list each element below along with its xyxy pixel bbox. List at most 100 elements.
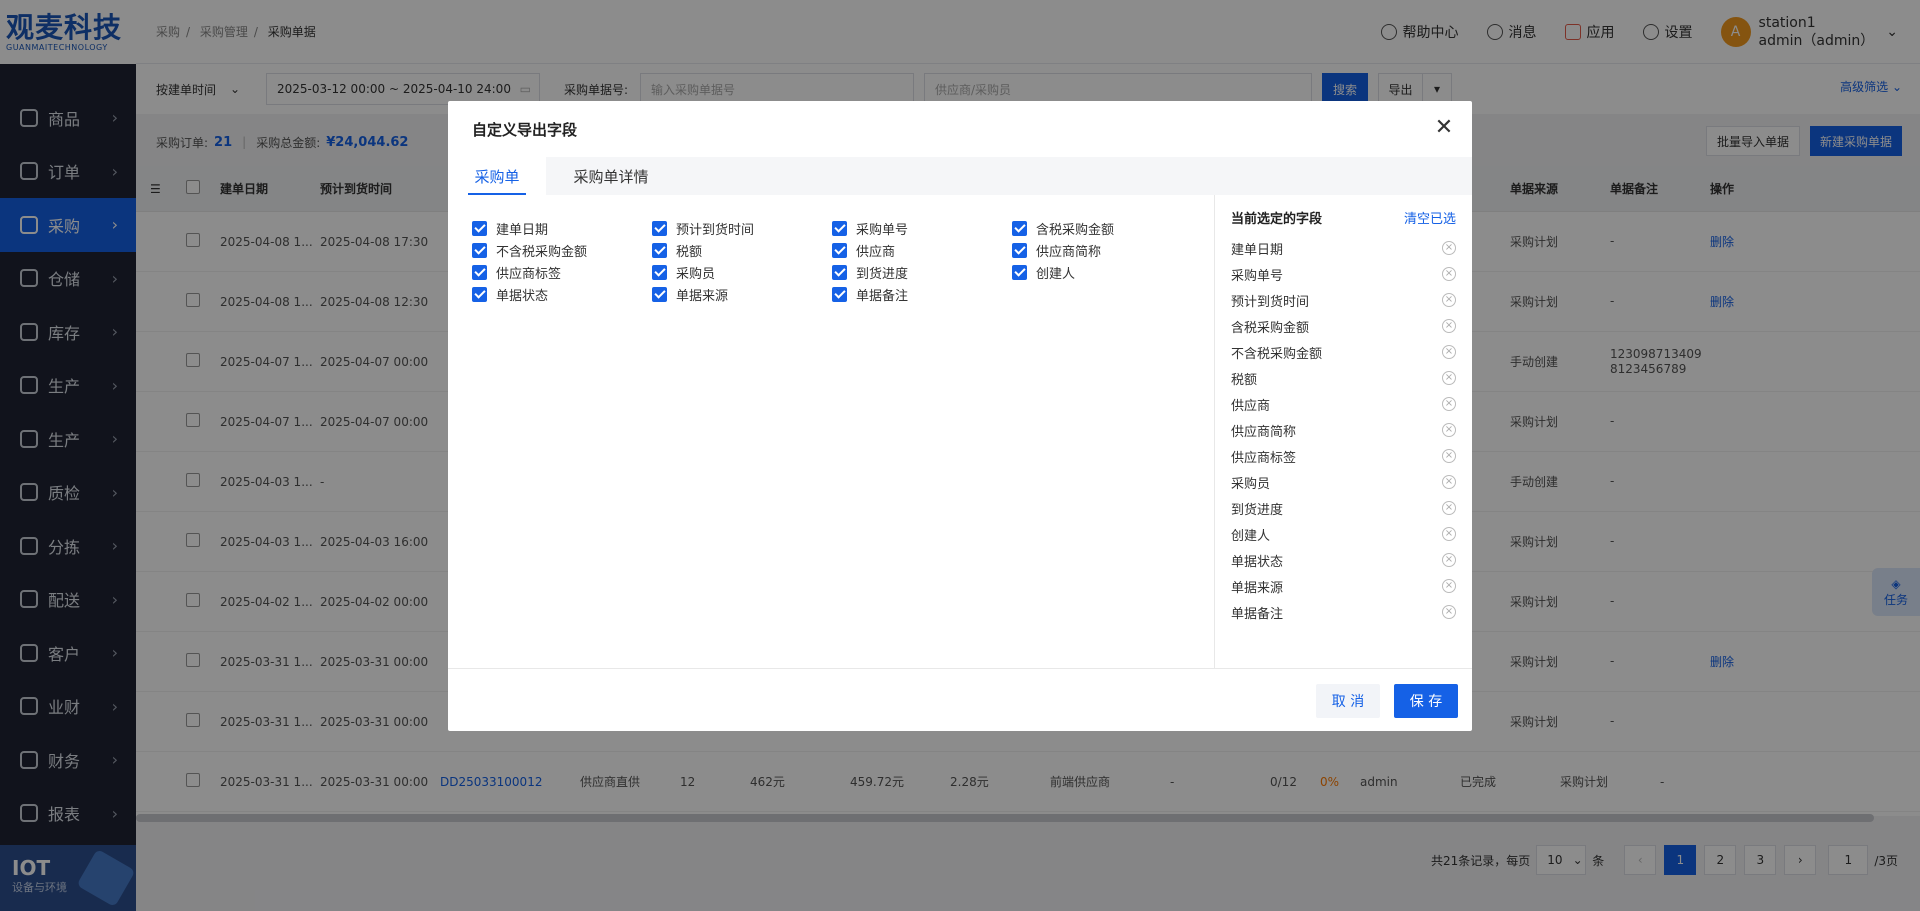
field-checkbox-item[interactable]: 采购员 <box>652 261 832 283</box>
selected-field-label: 建单日期 <box>1231 242 1284 258</box>
remove-field-icon[interactable]: × <box>1442 371 1456 385</box>
field-label: 供应商简称 <box>1036 244 1102 260</box>
field-label: 税额 <box>676 244 703 260</box>
save-button[interactable]: 保 存 <box>1394 684 1458 718</box>
checkbox-checked-icon[interactable] <box>652 286 667 302</box>
selected-field-item: 不含税采购金额 × <box>1215 339 1472 365</box>
field-label: 单据备注 <box>856 288 909 304</box>
remove-field-icon[interactable]: × <box>1442 241 1456 255</box>
modal-title: 自定义导出字段 <box>472 120 578 139</box>
checkbox-checked-icon[interactable] <box>832 286 847 302</box>
remove-field-icon[interactable]: × <box>1442 579 1456 593</box>
tab-purchase-order-detail[interactable]: 采购单详情 <box>546 157 676 195</box>
selected-field-item: 采购单号 × <box>1215 261 1472 287</box>
selected-field-label: 单据状态 <box>1231 554 1284 570</box>
selected-field-label: 供应商标签 <box>1231 450 1297 466</box>
field-checkbox-item[interactable]: 供应商标签 <box>472 261 652 283</box>
field-checkbox-item[interactable]: 供应商简称 <box>1012 239 1192 261</box>
remove-field-icon[interactable]: × <box>1442 293 1456 307</box>
remove-field-icon[interactable]: × <box>1442 449 1456 463</box>
cancel-button[interactable]: 取 消 <box>1316 684 1380 718</box>
selected-fields-title: 当前选定的字段 <box>1231 211 1323 227</box>
field-checkbox-item[interactable]: 到货进度 <box>832 261 1012 283</box>
field-checkbox-item[interactable]: 预计到货时间 <box>652 217 832 239</box>
remove-field-icon[interactable]: × <box>1442 553 1456 567</box>
field-empty <box>1012 283 1192 305</box>
selected-field-label: 税额 <box>1231 372 1258 388</box>
field-checkbox-item[interactable]: 税额 <box>652 239 832 261</box>
remove-field-icon[interactable]: × <box>1442 475 1456 489</box>
checkbox-checked-icon[interactable] <box>1012 264 1027 280</box>
selected-field-item: 预计到货时间 × <box>1215 287 1472 313</box>
checkbox-checked-icon[interactable] <box>1012 242 1027 258</box>
remove-field-icon[interactable]: × <box>1442 397 1456 411</box>
remove-field-icon[interactable]: × <box>1442 423 1456 437</box>
selected-fields-list: 建单日期 × 采购单号 × 预计到货时间 × 含税采购金额 × 不含税采购金额 × 税额 × 供应商 × 供… <box>1215 235 1472 625</box>
field-checkbox-group: 建单日期 预计到货时间 采购单号 含税采购金额不含税采购金额 税额 供应商 供应商简称供应商… <box>472 217 1192 305</box>
field-checkbox-item[interactable]: 供应商 <box>832 239 1012 261</box>
selected-field-label: 不含税采购金额 <box>1231 346 1323 362</box>
field-label: 采购单号 <box>856 222 909 238</box>
selected-field-item: 含税采购金额 × <box>1215 313 1472 339</box>
selected-field-item: 税额 × <box>1215 365 1472 391</box>
checkbox-checked-icon[interactable] <box>1012 220 1027 236</box>
checkbox-checked-icon[interactable] <box>652 220 667 236</box>
modal-tabs: 采购单 采购单详情 <box>448 157 1472 195</box>
field-checkbox-item[interactable]: 含税采购金额 <box>1012 217 1192 239</box>
field-label: 供应商标签 <box>496 266 562 282</box>
checkbox-checked-icon[interactable] <box>652 242 667 258</box>
field-checkbox-item[interactable]: 创建人 <box>1012 261 1192 283</box>
field-checkbox-item[interactable]: 建单日期 <box>472 217 652 239</box>
checkbox-checked-icon[interactable] <box>472 242 487 258</box>
selected-field-label: 创建人 <box>1231 528 1271 544</box>
field-label: 到货进度 <box>856 266 909 282</box>
selected-field-label: 预计到货时间 <box>1231 294 1310 310</box>
field-label: 采购员 <box>676 266 716 282</box>
checkbox-checked-icon[interactable] <box>472 220 487 236</box>
close-icon[interactable]: ✕ <box>1432 117 1456 141</box>
checkbox-checked-icon[interactable] <box>832 242 847 258</box>
remove-field-icon[interactable]: × <box>1442 605 1456 619</box>
selected-field-item: 单据备注 × <box>1215 599 1472 625</box>
selected-field-label: 供应商简称 <box>1231 424 1297 440</box>
field-label: 不含税采购金额 <box>496 244 588 260</box>
selected-field-item: 建单日期 × <box>1215 235 1472 261</box>
field-label: 单据来源 <box>676 288 729 304</box>
remove-field-icon[interactable]: × <box>1442 527 1456 541</box>
selected-field-label: 到货进度 <box>1231 502 1284 518</box>
field-checkbox-item[interactable]: 单据状态 <box>472 283 652 305</box>
field-checkbox-item[interactable]: 单据来源 <box>652 283 832 305</box>
field-checkbox-item[interactable]: 单据备注 <box>832 283 1012 305</box>
clear-selected-link[interactable]: 清空已选 <box>1404 208 1456 227</box>
selected-field-item: 供应商 × <box>1215 391 1472 417</box>
remove-field-icon[interactable]: × <box>1442 501 1456 515</box>
checkbox-checked-icon[interactable] <box>832 220 847 236</box>
modal-body: 建单日期 预计到货时间 采购单号 含税采购金额 不含税采购金额 税额 供应商 供应商简称 供应商… <box>448 195 1472 669</box>
export-fields-modal: 自定义导出字段 ✕ 采购单 采购单详情 建单日期 预计到货时间 采购单号 含税采购金额… <box>448 101 1472 731</box>
field-label: 创建人 <box>1036 266 1076 282</box>
selected-field-item: 单据来源 × <box>1215 573 1472 599</box>
selected-field-label: 供应商 <box>1231 398 1271 414</box>
remove-field-icon[interactable]: × <box>1442 319 1456 333</box>
checkbox-checked-icon[interactable] <box>472 286 487 302</box>
field-label: 预计到货时间 <box>676 222 755 238</box>
selected-field-label: 含税采购金额 <box>1231 320 1310 336</box>
field-checkbox-item[interactable]: 采购单号 <box>832 217 1012 239</box>
selected-field-label: 单据来源 <box>1231 580 1284 596</box>
checkbox-checked-icon[interactable] <box>652 264 667 280</box>
checkbox-checked-icon[interactable] <box>832 264 847 280</box>
field-label: 单据状态 <box>496 288 549 304</box>
remove-field-icon[interactable]: × <box>1442 345 1456 359</box>
field-label: 含税采购金额 <box>1036 222 1115 238</box>
selected-fields-panel: 当前选定的字段 清空已选 建单日期 × 采购单号 × 预计到货时间 × 含税采购金额 × 不含税… <box>1214 195 1472 669</box>
field-checkbox-item[interactable]: 不含税采购金额 <box>472 239 652 261</box>
tab-purchase-order[interactable]: 采购单 <box>448 157 546 195</box>
remove-field-icon[interactable]: × <box>1442 267 1456 281</box>
field-label: 建单日期 <box>496 222 549 238</box>
selected-field-label: 采购单号 <box>1231 268 1284 284</box>
selected-field-item: 单据状态 × <box>1215 547 1472 573</box>
checkbox-checked-icon[interactable] <box>472 264 487 280</box>
selected-field-item: 供应商标签 × <box>1215 443 1472 469</box>
selected-field-item: 供应商简称 × <box>1215 417 1472 443</box>
selected-field-label: 单据备注 <box>1231 606 1284 622</box>
